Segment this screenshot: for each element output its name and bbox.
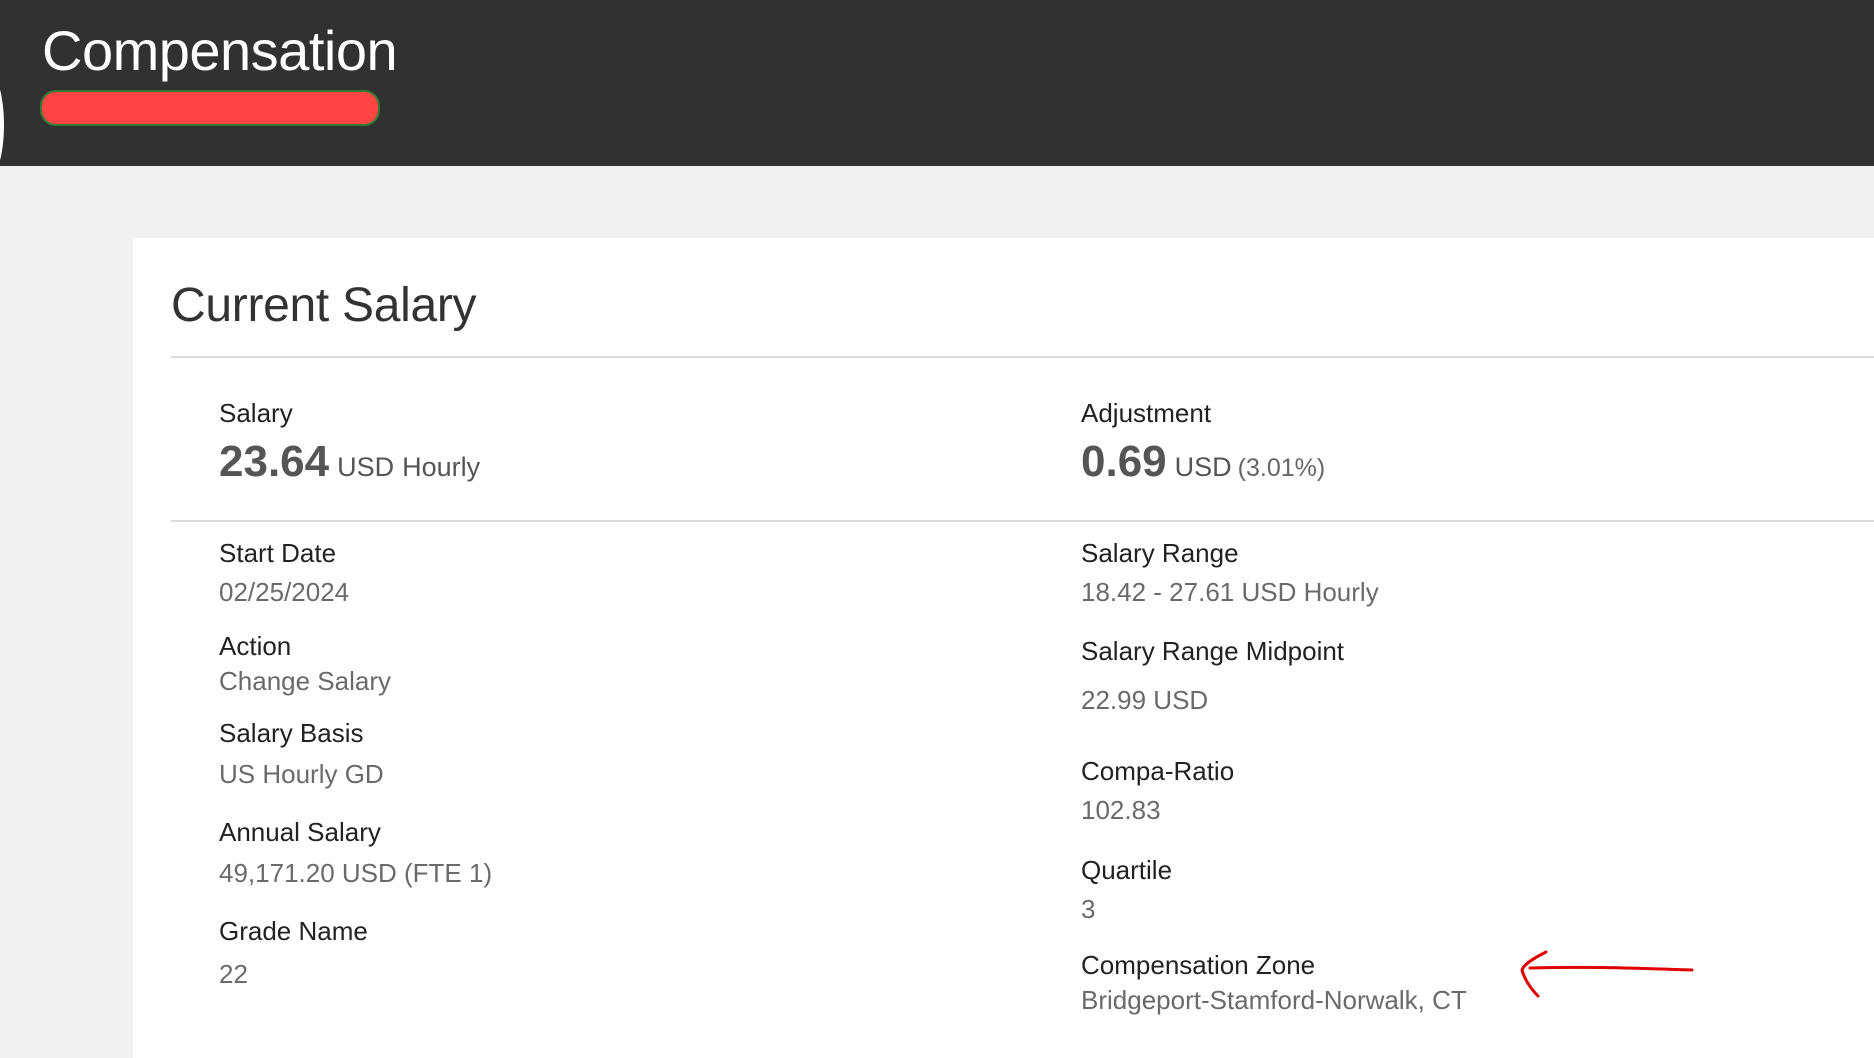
adjustment-label: Adjustment bbox=[1081, 398, 1212, 428]
current-salary-card: Current Salary Salary 23.64 USD Hourly Adj… bbox=[133, 238, 1874, 1058]
detail-value: 02/25/2024 bbox=[219, 577, 350, 607]
detail-value: 22.99 USD bbox=[1081, 685, 1209, 715]
detail-salary-range-midpoint: Salary Range Midpoint 22.99 USD bbox=[1081, 636, 1344, 716]
detail-grade-name: Grade Name 22 bbox=[219, 916, 368, 990]
page-header: Compensation bbox=[0, 0, 1874, 180]
detail-label: Grade Name bbox=[219, 916, 368, 946]
summary-divider bbox=[171, 520, 1874, 522]
adjustment-summary: Adjustment 0.69 USD (3.01%) bbox=[1081, 398, 1325, 487]
detail-annual-salary: Annual Salary 49,171.20 USD (FTE 1) bbox=[219, 817, 492, 889]
adjustment-percent: (3.01%) bbox=[1237, 454, 1326, 482]
detail-label: Compensation Zone bbox=[1081, 950, 1316, 980]
detail-label: Annual Salary bbox=[219, 817, 381, 847]
page-title: Compensation bbox=[42, 19, 398, 82]
detail-value: 18.42 - 27.61 USD Hourly bbox=[1081, 577, 1379, 607]
redaction-bar bbox=[40, 90, 380, 126]
detail-value: 49,171.20 USD (FTE 1) bbox=[219, 858, 493, 888]
detail-salary-range: Salary Range 18.42 - 27.61 USD Hourly bbox=[1081, 538, 1379, 608]
red-arrow-icon bbox=[1520, 950, 1694, 998]
detail-label: Salary Range bbox=[1081, 538, 1239, 568]
adjustment-amount: 0.69 bbox=[1081, 437, 1167, 486]
section-title: Current Salary bbox=[171, 279, 477, 332]
salary-label: Salary bbox=[219, 398, 293, 428]
detail-label: Salary Range Midpoint bbox=[1081, 636, 1345, 666]
detail-value: 3 bbox=[1081, 894, 1096, 924]
detail-start-date: Start Date 02/25/2024 bbox=[219, 538, 349, 608]
header-edge-decoration bbox=[0, 70, 4, 180]
detail-label: Compa-Ratio bbox=[1081, 756, 1235, 786]
detail-label: Quartile bbox=[1081, 855, 1173, 885]
detail-compa-ratio: Compa-Ratio 102.83 bbox=[1081, 756, 1234, 826]
adjustment-currency: USD bbox=[1174, 452, 1232, 482]
detail-action: Action Change Salary bbox=[219, 631, 391, 697]
salary-basis: Hourly bbox=[402, 452, 481, 482]
title-divider bbox=[171, 356, 1874, 358]
detail-value: 22 bbox=[219, 959, 248, 989]
detail-label: Salary Basis bbox=[219, 718, 364, 748]
salary-summary: Salary 23.64 USD Hourly bbox=[219, 398, 480, 487]
salary-amount: 23.64 bbox=[219, 437, 330, 486]
salary-currency: USD bbox=[337, 452, 395, 482]
detail-compensation-zone: Compensation Zone Bridgeport-Stamford-No… bbox=[1081, 950, 1467, 1016]
detail-label: Start Date bbox=[219, 538, 337, 568]
detail-label: Action bbox=[219, 631, 292, 661]
detail-value: 102.83 bbox=[1081, 795, 1161, 825]
detail-value: Bridgeport-Stamford-Norwalk, CT bbox=[1081, 985, 1467, 1015]
detail-salary-basis: Salary Basis US Hourly GD bbox=[219, 718, 384, 790]
detail-quartile: Quartile 3 bbox=[1081, 855, 1172, 925]
detail-value: US Hourly GD bbox=[219, 759, 384, 789]
detail-value: Change Salary bbox=[219, 666, 391, 696]
